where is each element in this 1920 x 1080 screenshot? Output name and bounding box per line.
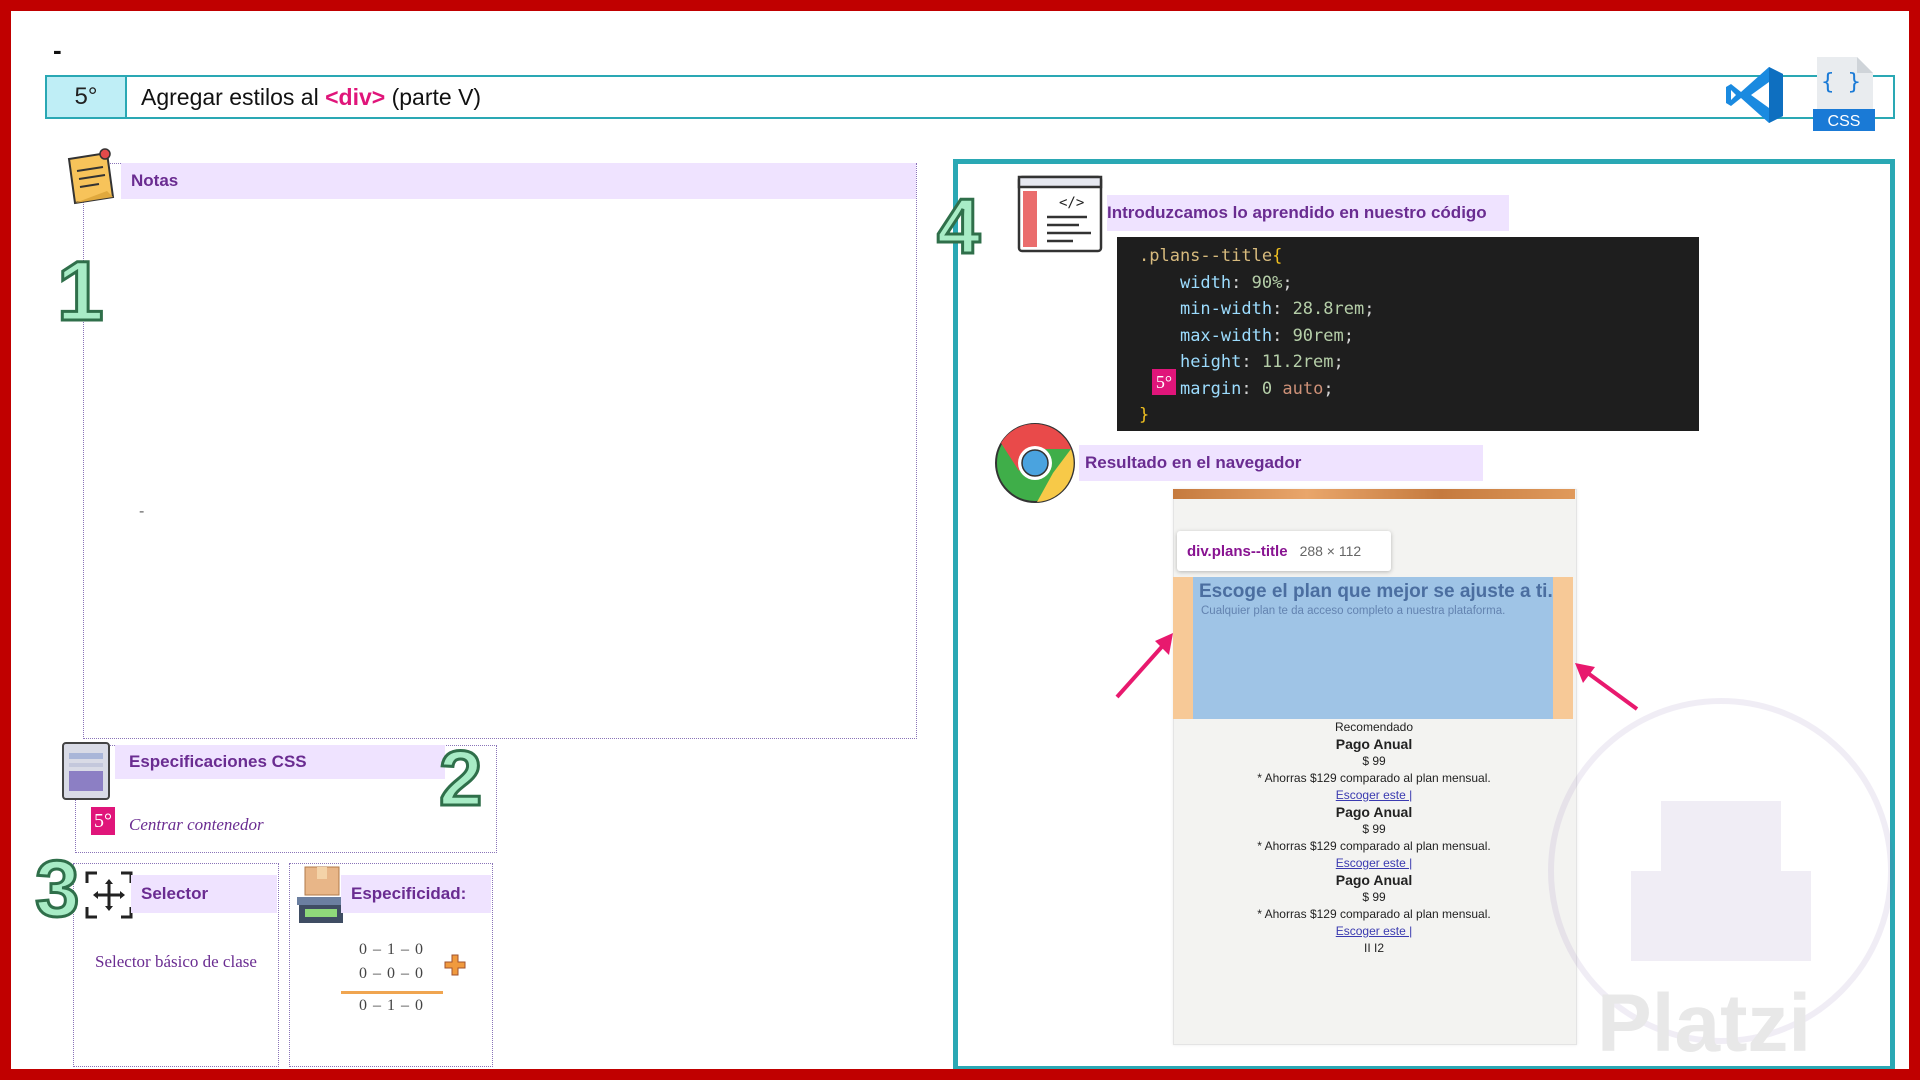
plans-footer-text: II I2 [1363,941,1384,955]
plan-select-link[interactable]: Escoger este | [1336,788,1413,802]
plus-icon [444,954,466,976]
specificity-line-1: 0 – 1 – 0 [359,941,424,958]
hero-image-strip [1173,489,1575,499]
tooltip-element-name: div.plans--title [1187,542,1288,560]
specificity-divider [341,991,443,994]
plans-subtitle: Cualquier plan te da acceso completo a n… [1201,605,1506,617]
css-specs-header: Especificaciones CSS [115,745,445,779]
specificity-line-2: 0 – 0 – 0 [359,965,424,982]
devtools-tooltip: div.plans--title 288 × 112 [1177,531,1391,571]
plan-price: $ 99 [1362,822,1386,836]
sticky-note-icon [67,148,115,205]
selector-title: Selector [141,884,209,903]
code-value: 0 [1261,378,1273,399]
code-prop: max-width [1179,325,1273,346]
spec-badge-5: 5° [91,807,115,835]
specificity-result: 0 – 1 – 0 [359,997,424,1014]
notes-panel [83,163,917,739]
plan-name: Pago Anual [1335,804,1413,820]
code-value: 90% [1251,272,1283,293]
notes-dash: - [139,503,145,520]
code-open-brace: { [1272,246,1283,266]
header-number: 5° [47,77,127,117]
code-block: .plans--title{ width: 90%; min-width: 28… [1117,237,1699,431]
specificity-header: Especificidad: [341,875,491,913]
browser-title: Resultado en el navegador [1085,453,1302,472]
header-title-prefix: Agregar estilos al [141,83,326,110]
code-prop: margin [1179,378,1242,399]
css-badge-text: CSS [1828,113,1861,130]
code-value: 28.8rem [1292,299,1365,319]
plan-note: * Ahorras $129 comparado al plan mensual… [1257,907,1491,921]
code-selector: .plans--title [1139,246,1273,266]
plan-note: * Ahorras $129 comparado al plan mensual… [1257,771,1491,785]
specificity-title: Especificidad: [351,884,467,903]
header-title-tag: <div> [325,83,386,110]
plan-price: $ 99 [1362,754,1386,768]
step-3-number: 3 [34,844,81,933]
code-value: 90rem [1292,325,1344,346]
plan-price: $ 99 [1362,890,1386,904]
clipboard-icon [62,742,110,800]
notes-title: Notas [131,171,179,190]
plans-list: Recomendado Pago Anual $ 99 * Ahorras $1… [1173,719,1575,957]
tooltip-element-size: 288 × 112 [1299,543,1362,559]
plan-name: Pago Anual [1335,736,1413,752]
code-prop: height [1179,352,1242,372]
css-file-icon: { } CSS [1813,57,1875,131]
code-window-icon: </> [1017,175,1103,253]
code-title: Introduzcamos lo aprendido en nuestro có… [1107,203,1487,222]
code-value: 11.2rem [1261,352,1334,372]
chrome-icon [995,423,1075,503]
selector-header: Selector [131,875,277,913]
svg-text:</>: </> [1059,195,1084,211]
vscode-icon [1726,67,1783,123]
plan-select-link[interactable]: Escoger este | [1336,924,1413,938]
plan-note: * Ahorras $129 comparado al plan mensual… [1257,839,1491,853]
code-keyword: auto [1282,378,1324,399]
plan-select-link[interactable]: Escoger este | [1336,856,1413,870]
step-2-number: 2 [437,734,483,822]
arrow-left-icon [1115,633,1173,699]
platzi-watermark: Platzi [1597,978,1812,1069]
step-4-number: 4 [935,182,981,270]
svg-text:{ }: { } [1821,70,1861,95]
slide-frame: - 5° Agregar estilos al <div> (parte V) … [0,0,1920,1080]
scale-box-icon [297,866,345,923]
selector-text: Selector básico de clase [95,952,257,971]
browser-header: Resultado en el navegador [1079,445,1483,481]
recommended-label: Recomendado [1334,720,1414,734]
header-title-suffix: (parte V) [385,83,482,110]
top-dash: - [53,35,62,65]
spec-item-center: Centrar contenedor [129,815,264,834]
code-prop: min-width [1179,299,1273,319]
plans-title: Escoge el plan que mejor se ajuste a ti. [1199,581,1553,602]
code-close-brace: } [1139,405,1150,425]
code-badge-5: 5° [1152,369,1176,395]
step-1-number: 1 [56,244,106,338]
notes-header: Notas [121,163,916,199]
plan-name: Pago Anual [1335,872,1413,888]
header-bar: 5° Agregar estilos al <div> (parte V) [45,75,1895,119]
css-specs-title: Especificaciones CSS [129,752,307,771]
code-prop: width [1179,272,1232,293]
header-title: Agregar estilos al <div> (parte V) [127,84,481,111]
code-header: Introduzcamos lo aprendido en nuestro có… [1107,195,1509,231]
move-target-icon [85,871,133,919]
